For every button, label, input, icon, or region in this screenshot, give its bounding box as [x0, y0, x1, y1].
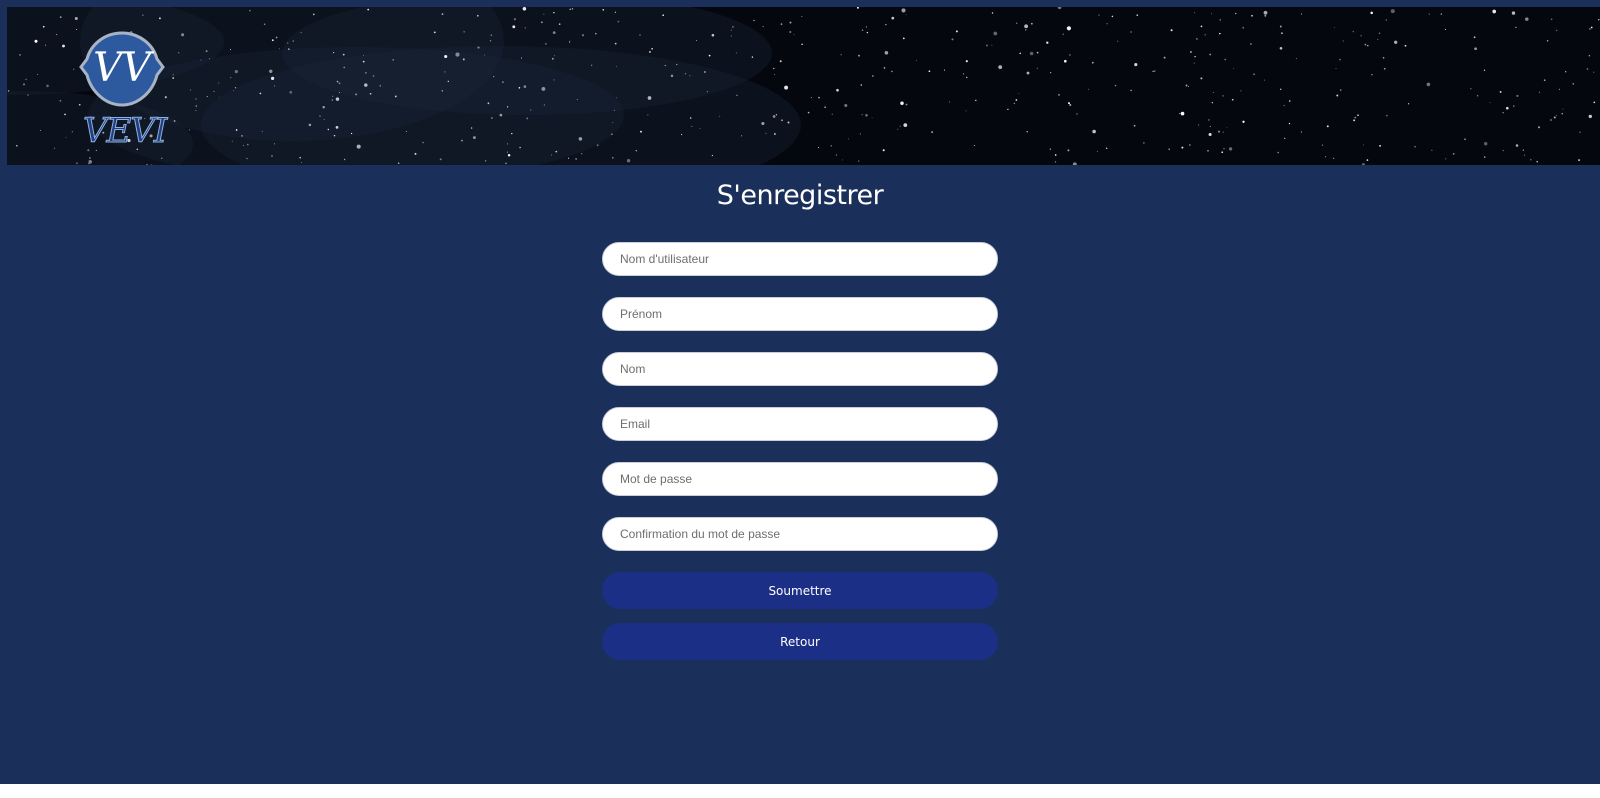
email-input[interactable]: [602, 407, 998, 441]
password-confirm-input[interactable]: [602, 517, 998, 551]
registration-form: Soumettre Retour: [602, 242, 998, 660]
password-input[interactable]: [602, 462, 998, 496]
firstname-input[interactable]: [602, 297, 998, 331]
logo-emblem-icon: VV: [79, 31, 165, 107]
page-bottom-edge: [0, 784, 1600, 798]
register-page: VV VEVI S'enregistrer Soumettre Retour: [0, 0, 1600, 798]
submit-button[interactable]: Soumettre: [602, 572, 998, 609]
username-input[interactable]: [602, 242, 998, 276]
starfield-background: [7, 7, 1600, 165]
starry-header-banner: VV VEVI: [7, 7, 1600, 165]
back-button[interactable]: Retour: [602, 623, 998, 660]
page-title: S'enregistrer: [716, 180, 884, 211]
logo-monogram: VV: [93, 45, 155, 91]
lastname-input[interactable]: [602, 352, 998, 386]
logo-wordmark: VEVI: [82, 111, 167, 152]
vevi-logo[interactable]: VV VEVI: [77, 27, 168, 162]
